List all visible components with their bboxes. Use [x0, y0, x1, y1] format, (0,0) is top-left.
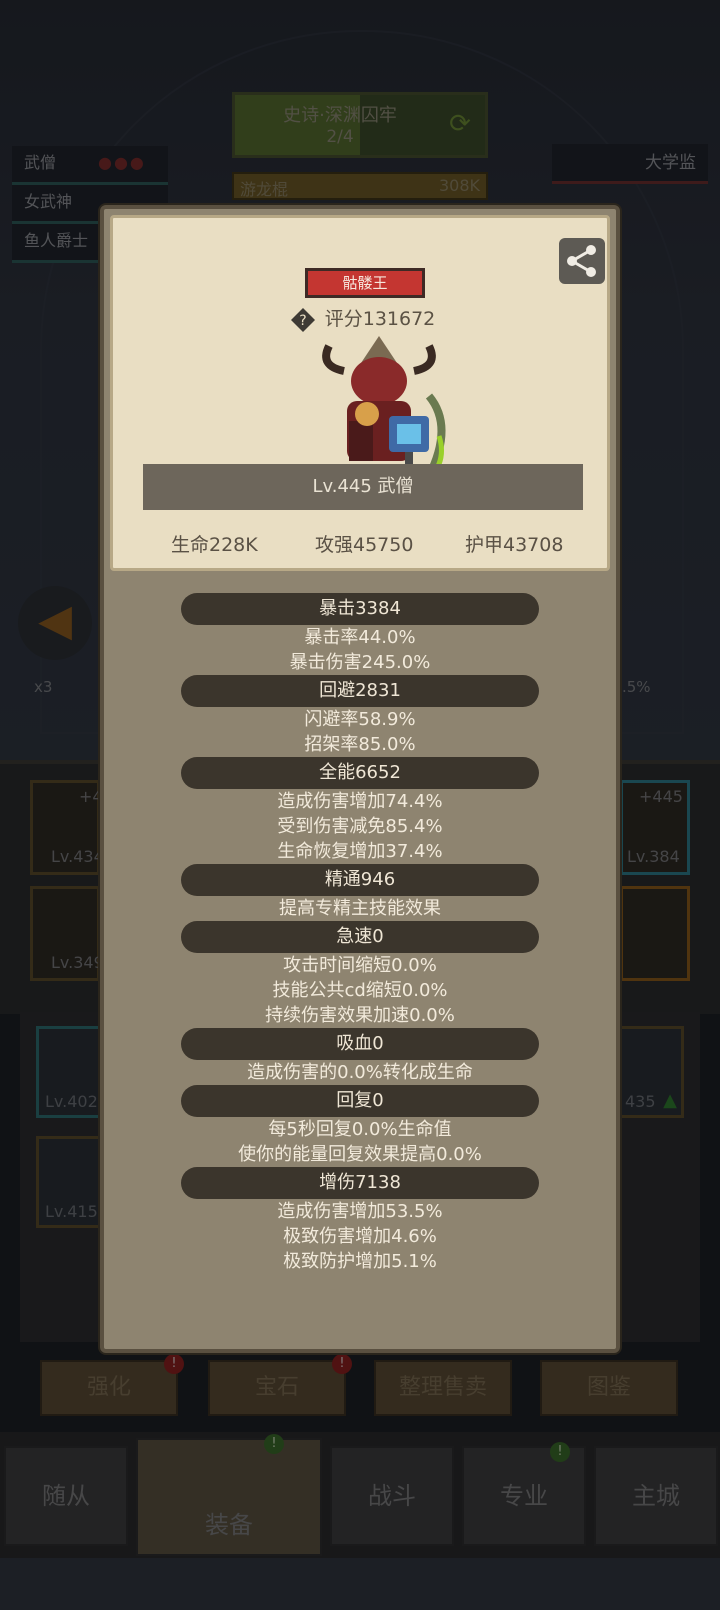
stat-line: 暴击率44.0%: [304, 627, 416, 648]
stat-line: 极致防护增加5.1%: [283, 1251, 437, 1272]
stat-line: 造成伤害增加53.5%: [277, 1201, 443, 1222]
stat-line: 生命恢复增加37.4%: [277, 841, 443, 862]
stat-line: 每5秒回复0.0%生命值: [268, 1119, 452, 1140]
stat-header: 回避2831: [181, 675, 539, 707]
stat-line: 闪避率58.9%: [304, 709, 416, 730]
stat-section: 急速0 攻击时间缩短0.0% 技能公共cd缩短0.0% 持续伤害效果加速0.0%: [104, 921, 616, 1028]
character-name: 骷髅王: [305, 268, 425, 298]
popup-header-card: 骷髅王 ? 评分131672 Lv.445 武僧 生命228K 攻强45750: [110, 215, 610, 571]
stat-section: 回复0 每5秒回复0.0%生命值 使你的能量回复效果提高0.0%: [104, 1085, 616, 1167]
stat-header: 回复0: [181, 1085, 539, 1117]
attack-stat: 攻强45750: [315, 534, 414, 556]
stat-section: 增伤7138 造成伤害增加53.5% 极致伤害增加4.6% 极致防护增加5.1%: [104, 1167, 616, 1274]
stat-section: 全能6652 造成伤害增加74.4% 受到伤害减免85.4% 生命恢复增加37.…: [104, 757, 616, 864]
stat-line: 造成伤害增加74.4%: [277, 791, 443, 812]
hero-stats: 生命228K 攻强45750 护甲43708: [113, 530, 613, 560]
share-icon: [567, 245, 596, 277]
stat-line: 造成伤害的0.0%转化成生命: [247, 1062, 473, 1083]
share-button[interactable]: [559, 238, 605, 284]
stat-header: 吸血0: [181, 1028, 539, 1060]
hp-stat: 生命228K: [171, 534, 258, 556]
stat-header: 增伤7138: [181, 1167, 539, 1199]
stat-line: 持续伤害效果加速0.0%: [265, 1005, 455, 1026]
stat-header: 暴击3384: [181, 593, 539, 625]
stat-line: 极致伤害增加4.6%: [283, 1226, 437, 1247]
stat-line: 受到伤害减免85.4%: [277, 816, 443, 837]
stat-line: 提高专精主技能效果: [279, 898, 441, 919]
character-stats-popup: 骷髅王 ? 评分131672 Lv.445 武僧 生命228K 攻强45750: [100, 205, 620, 1353]
stat-line: 技能公共cd缩短0.0%: [272, 980, 448, 1001]
stat-section: 吸血0 造成伤害的0.0%转化成生命: [104, 1028, 616, 1085]
stat-line: 使你的能量回复效果提高0.0%: [238, 1144, 482, 1165]
stat-header: 精通946: [181, 864, 539, 896]
stat-section: 暴击3384 暴击率44.0% 暴击伤害245.0%: [104, 593, 616, 675]
stat-list: 暴击3384 暴击率44.0% 暴击伤害245.0% 回避2831 闪避率58.…: [104, 593, 616, 1274]
stat-line: 招架率85.0%: [304, 734, 416, 755]
stat-header: 全能6652: [181, 757, 539, 789]
stat-line: 暴击伤害245.0%: [289, 652, 431, 673]
stat-line: 攻击时间缩短0.0%: [283, 955, 437, 976]
armor-stat: 护甲43708: [465, 534, 564, 556]
stat-header: 急速0: [181, 921, 539, 953]
level-banner: Lv.445 武僧: [143, 464, 583, 510]
stat-section: 回避2831 闪避率58.9% 招架率85.0%: [104, 675, 616, 757]
stat-section: 精通946 提高专精主技能效果: [104, 864, 616, 921]
